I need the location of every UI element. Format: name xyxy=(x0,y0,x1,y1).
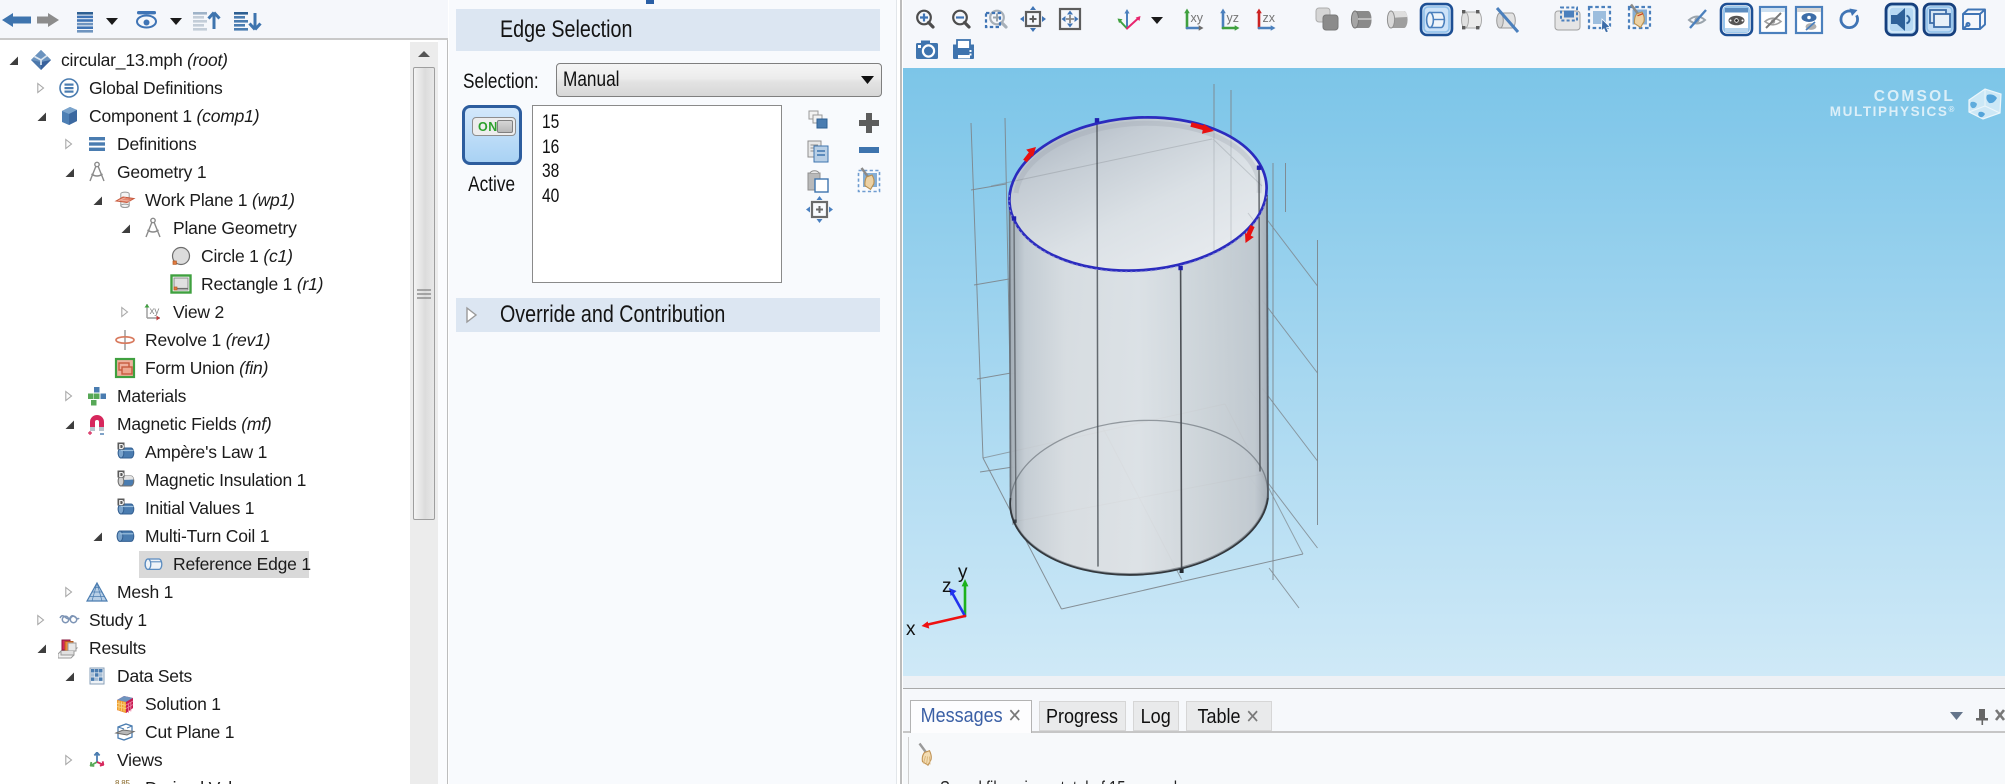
svg-text:yz: yz xyxy=(1227,11,1240,25)
svg-text:x: x xyxy=(906,619,916,640)
svg-text:D: D xyxy=(119,498,125,507)
svg-text:D: D xyxy=(119,470,125,479)
svg-text:xy: xy xyxy=(1191,11,1204,25)
svg-text:zx: zx xyxy=(1263,11,1276,25)
svg-text:MULTIPHYSICS®: MULTIPHYSICS® xyxy=(1830,104,1956,119)
svg-text:z: z xyxy=(942,576,952,597)
svg-text:D: D xyxy=(119,442,125,451)
svg-text:y: y xyxy=(958,562,968,583)
svg-text:xy: xy xyxy=(150,306,160,317)
svg-text:COMSOL: COMSOL xyxy=(1874,88,1955,105)
svg-text:8.85: 8.85 xyxy=(115,779,131,784)
